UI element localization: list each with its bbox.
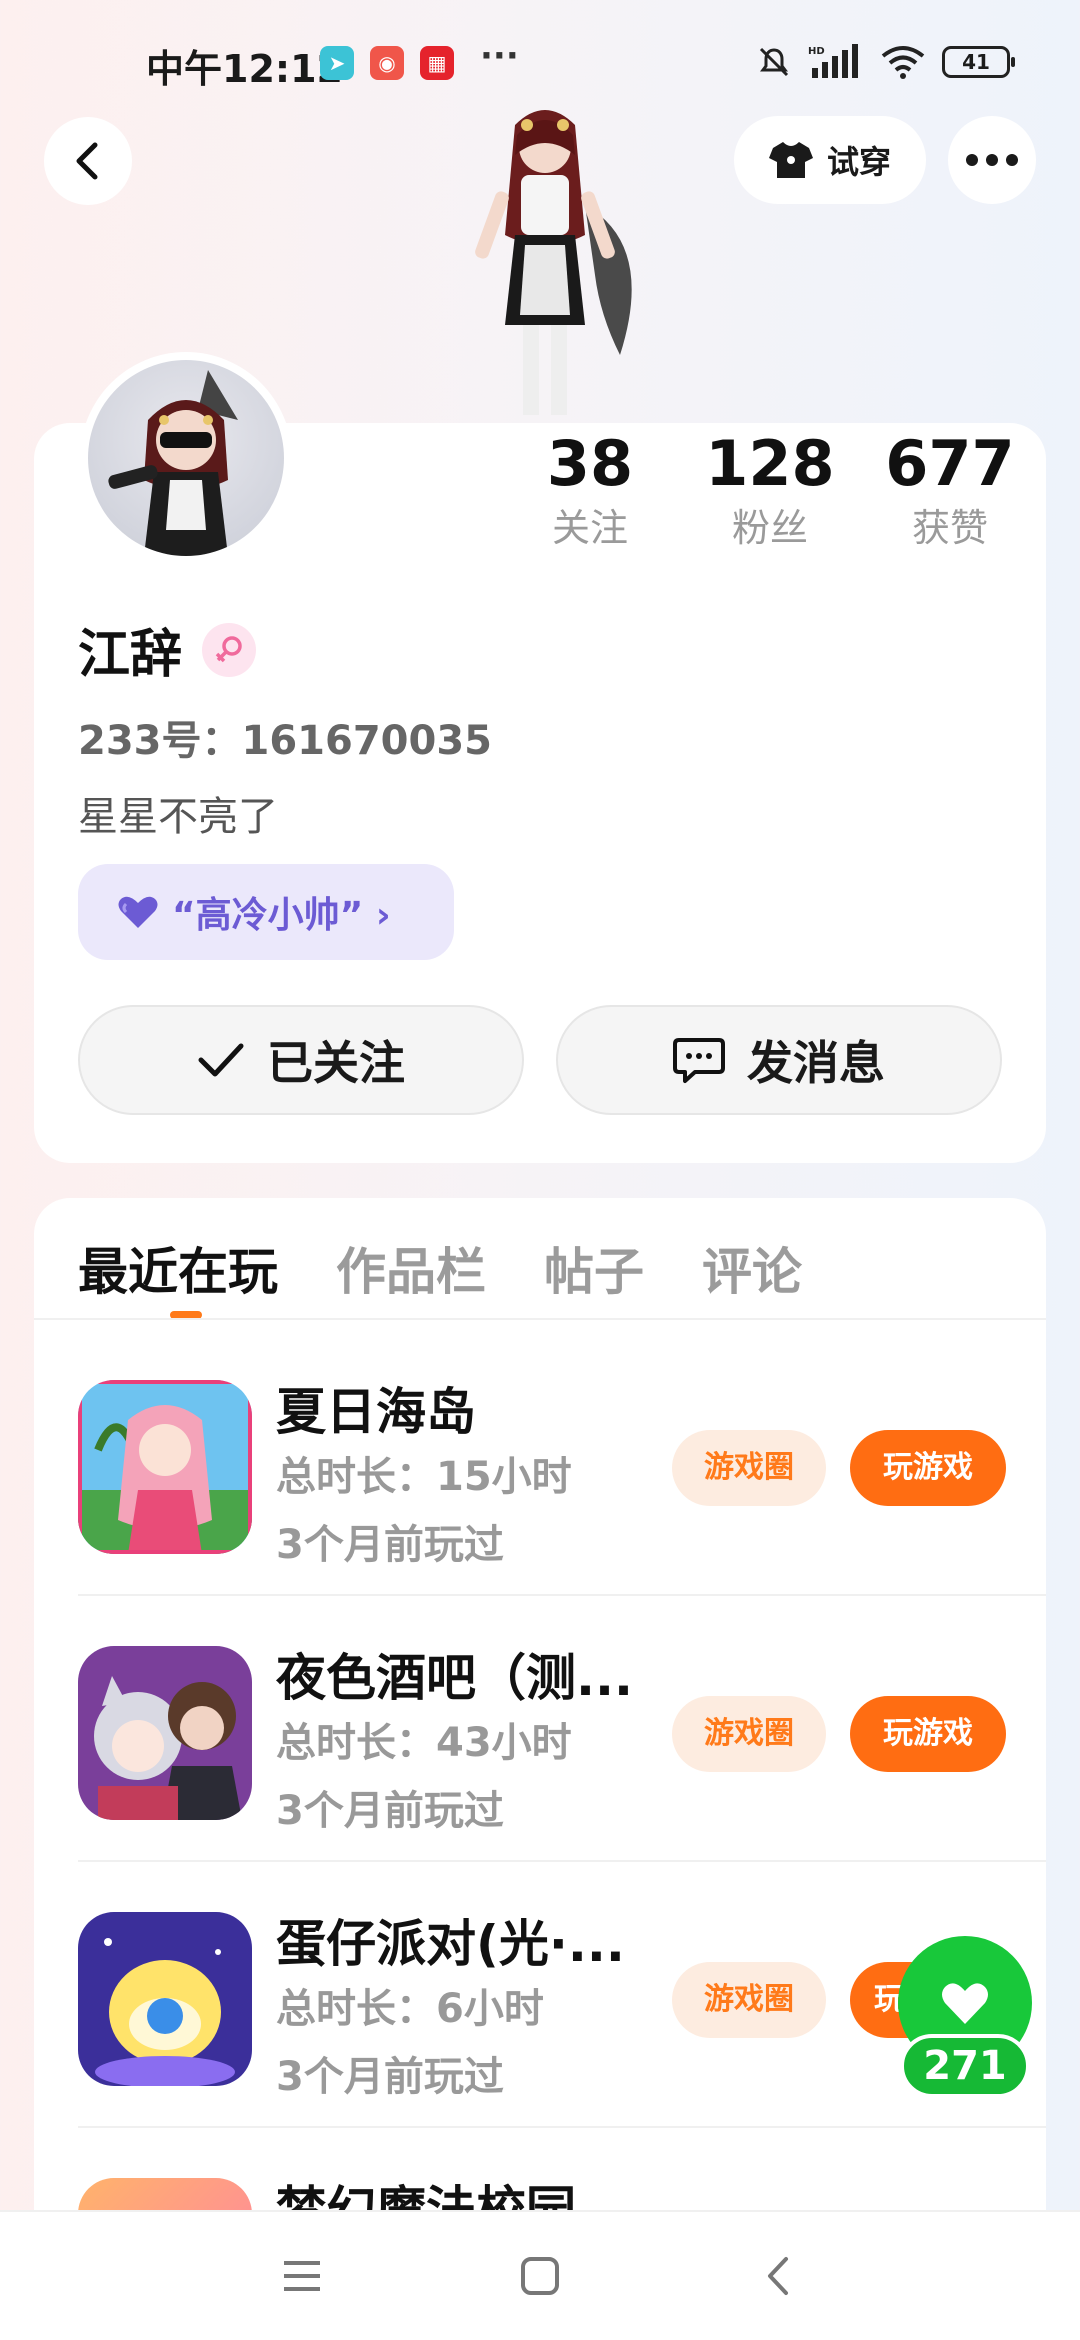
send-message-label: 发消息 [747,1036,885,1090]
send-message-button[interactable]: 发消息 [556,1005,1002,1115]
tab-comments[interactable]: 评论 [702,1222,802,1322]
recent-apps-button[interactable] [272,2246,332,2306]
chevron-left-icon [76,142,98,180]
game-circle-button[interactable]: 游戏圈 [672,1696,826,1772]
stat-label: 粉丝 [731,506,808,550]
mute-bell-icon [759,47,789,77]
try-on-label: 试穿 [826,143,891,181]
play-game-button[interactable]: 玩游戏 [850,1696,1006,1772]
game-total-time: 总时长：6小时 [276,1986,544,2032]
tab-posts[interactable]: 帖子 [544,1222,644,1322]
female-gender-icon [202,622,257,677]
game-row[interactable]: 夜色酒吧（测... 总时长：43小时 3个月前玩过 游戏圈 玩游戏 [78,1596,1046,1862]
status-more-icon: ··· [480,36,519,76]
checkmark-icon [198,1043,244,1077]
more-options-button[interactable] [948,116,1036,204]
system-back-button[interactable] [748,2246,808,2306]
svg-text:HD: HD [808,46,825,57]
stat-value: 38 [546,427,634,500]
home-button[interactable] [510,2246,570,2306]
character-avatar-figure [475,110,632,415]
stat-likes[interactable]: 677 获赞 [880,428,1020,556]
status-time: 中午12:12 [146,47,343,91]
game-circle-button[interactable]: 游戏圈 [672,1430,826,1506]
profile-stats: 38 关注 128 粉丝 677 获赞 [520,428,1020,556]
game-icon[interactable] [78,1646,252,1820]
tabs-divider [34,1318,1046,1320]
try-on-button[interactable]: 试穿 [734,116,926,204]
tab-works[interactable]: 作品栏 [336,1222,486,1322]
game-row[interactable]: 夏日海岛 总时长：15小时 3个月前玩过 游戏圈 玩游戏 [78,1330,1046,1596]
like-count: 271 [900,2034,1030,2098]
stat-followers[interactable]: 128 粉丝 [700,428,840,556]
user-bio: 星星不亮了 [78,794,278,840]
stat-value: 677 [885,427,1015,500]
game-last-played: 3个月前玩过 [276,1788,504,1834]
game-total-time: 总时长：15小时 [276,1454,572,1500]
game-last-played: 3个月前玩过 [276,1522,504,1568]
avatar-image [108,370,238,556]
more-dot-icon [1006,154,1018,166]
menu-icon [284,2261,320,2291]
user-name: 江辞 [78,625,183,685]
play-game-button[interactable]: 玩游戏 [850,1430,1006,1506]
stat-label: 关注 [551,506,628,550]
tshirt-icon [768,142,813,178]
game-total-time: 总时长：43小时 [276,1720,572,1766]
status-indicators: HD 41 [756,44,1015,80]
more-dot-icon [986,154,998,166]
wifi-icon [881,46,925,79]
game-icon[interactable] [78,1912,252,2086]
like-float-button[interactable]: 271 [898,1936,1032,2106]
title-badge[interactable]: “高冷小帅” › [78,864,454,960]
game-notification-icon: ▦ [420,46,454,80]
game-name: 夏日海岛 [276,1383,476,1441]
game-name: 蛋仔派对(光·... [276,1915,625,1973]
game-last-played: 3个月前玩过 [276,2054,504,2100]
heart-icon [118,896,158,928]
chevron-left-icon [768,2257,788,2295]
game-icon[interactable] [78,1380,252,1554]
following-label: 已关注 [267,1036,405,1090]
tab-recently-played[interactable]: 最近在玩 [78,1222,278,1322]
system-nav-bar [0,2210,1080,2340]
telegram-notification-icon: ➤ [320,46,354,80]
signal-icon: HD [808,44,858,78]
stat-label: 获赞 [911,506,988,550]
title-badge-text: “高冷小帅” › [172,895,391,936]
more-dot-icon [966,154,978,166]
name-row: 江辞 [78,612,257,687]
following-button[interactable]: 已关注 [78,1005,524,1115]
chat-bubble-icon [673,1038,725,1083]
stat-value: 128 [705,427,835,500]
game-circle-button[interactable]: 游戏圈 [672,1962,826,2038]
app-notification-icon: ◉ [370,46,404,80]
user-avatar[interactable] [80,352,292,564]
game-name: 夜色酒吧（测... [276,1649,633,1707]
stat-following[interactable]: 38 关注 [520,428,660,556]
user-id: 233号：161670035 [78,718,492,764]
back-button[interactable] [44,117,132,205]
profile-tabs: 最近在玩 作品栏 帖子 评论 [78,1222,802,1322]
square-home-icon [521,2257,559,2295]
battery-icon: 41 [942,46,1015,78]
heart-icon [942,1983,988,2024]
